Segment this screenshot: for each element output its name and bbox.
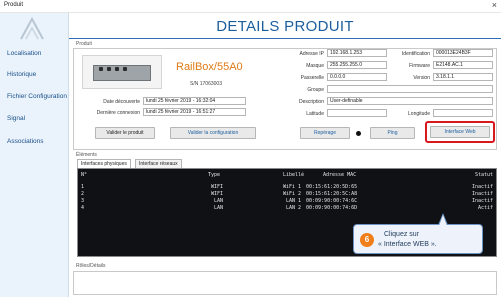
sidebar-item-signal[interactable]: Signal	[7, 115, 25, 122]
date-decouverte-field[interactable]: lundi 25 février 2019 - 16:32:04	[143, 97, 246, 105]
cell-type: LAN	[214, 198, 224, 204]
callout-text-line2: « Interface WEB ».	[378, 241, 437, 248]
ping-button[interactable]: Ping	[370, 127, 415, 139]
cell-statut: Inactif	[472, 191, 494, 197]
cell-type: WIFI	[211, 184, 224, 190]
table-row[interactable]: 2 WIFI WiFi 2 00:15:61:20:5C:A8 Inactif	[78, 191, 496, 198]
cell-statut: Inactif	[472, 184, 494, 190]
device-port-icon	[123, 67, 127, 71]
tab-interfaces-physiques[interactable]: Interfaces physiques	[77, 159, 131, 168]
identification-label: Identification	[401, 51, 430, 57]
table-header-row: N° Type Libellé Adresse MAC Statut	[78, 172, 496, 179]
date-decouverte-label: Date découverte	[103, 99, 140, 105]
version-field[interactable]: 3.18.1.1	[433, 73, 493, 81]
sidebar-item-localisation[interactable]: Localisation	[7, 50, 41, 57]
cell-libelle: WiFi 1	[283, 184, 302, 190]
gateway-field[interactable]: 0.0.0.0	[327, 73, 387, 81]
sidebar-item-fichier-configuration[interactable]: Fichier Configuration	[7, 93, 67, 100]
close-icon[interactable]: ×	[492, 0, 497, 10]
page-title: DETAILS PRODUIT	[216, 18, 354, 35]
cell-numero: 2	[81, 191, 85, 197]
longitude-label: Longitude	[408, 111, 430, 117]
cell-adresse-mac: 00:09:90:00:74:6C	[306, 198, 358, 204]
roles-details-panel	[73, 271, 497, 295]
instruction-callout: 6 Cliquez sur « Interface WEB ».	[353, 213, 483, 254]
table-row[interactable]: 3 LAN LAN 1 00:09:90:00:74:6C Inactif	[78, 198, 496, 205]
cell-libelle: LAN 1	[286, 198, 302, 204]
table-row[interactable]: 1 WIFI WiFi 1 00:15:61:20:5D:65 Inactif	[78, 184, 496, 191]
ip-field[interactable]: 192.168.1.253	[327, 49, 387, 57]
interface-web-highlight	[425, 121, 495, 143]
valider-configuration-button[interactable]: Valider la configuration	[170, 127, 256, 139]
cell-adresse-mac: 00:15:61:20:5D:65	[306, 184, 358, 190]
cell-libelle: WiFi 2	[283, 191, 302, 197]
window-title: Produit	[4, 2, 24, 8]
group-label: Groupe	[307, 87, 324, 93]
cell-libelle: LAN 2	[286, 205, 302, 211]
cell-numero: 4	[81, 205, 85, 211]
cell-adresse-mac: 00:09:90:00:74:6D	[306, 205, 358, 211]
firmware-field[interactable]: E2148.AC.1	[433, 61, 493, 69]
product-image	[82, 55, 162, 89]
cell-statut: Actif	[478, 205, 494, 211]
description-field[interactable]: User-definable	[327, 97, 493, 105]
mask-label: Masque	[306, 63, 324, 69]
sidebar: Localisation Historique Fichier Configur…	[0, 13, 69, 297]
cell-numero: 1	[81, 184, 85, 190]
product-serial: S/N 17063003	[190, 81, 222, 87]
cell-type: WIFI	[211, 191, 224, 197]
cell-type: LAN	[214, 205, 224, 211]
product-name: RailBox/55A0	[176, 61, 243, 73]
derniere-connexion-field[interactable]: lundi 25 février 2019 - 16:51:27	[143, 108, 246, 116]
device-port-icon	[107, 67, 111, 71]
cell-adresse-mac: 00:15:61:20:5C:A8	[306, 191, 358, 197]
logo-icon	[20, 17, 44, 40]
group-field[interactable]	[327, 85, 493, 93]
device-port-icon	[115, 67, 119, 71]
elements-section-label: Éléments	[76, 152, 97, 158]
valider-produit-button[interactable]: Valider le produit	[95, 127, 155, 139]
longitude-field[interactable]	[433, 109, 493, 117]
identification-field[interactable]: 000013E24B3F	[433, 49, 493, 57]
reperage-button[interactable]: Repérage	[300, 127, 350, 139]
header-divider	[69, 38, 501, 39]
status-indicator-icon	[356, 131, 361, 136]
derniere-connexion-label: Dernière connexion	[96, 110, 140, 116]
latitude-field[interactable]	[327, 109, 387, 117]
produit-section-label: Produit	[76, 41, 92, 47]
callout-pointer-fill	[439, 215, 447, 226]
device-port-icon	[99, 67, 103, 71]
roles-section-label: Rôles/Détails	[76, 263, 106, 269]
callout-text-line1: Cliquez sur	[384, 231, 420, 238]
cell-statut: Inactif	[472, 198, 494, 204]
column-header-numero: N°	[81, 172, 88, 178]
window-titlebar: Produit ×	[0, 0, 501, 13]
ip-label: Adresse IP	[299, 51, 324, 57]
gateway-label: Passerelle	[300, 75, 324, 81]
firmware-label: Firmware	[409, 63, 430, 69]
sidebar-item-historique[interactable]: Historique	[7, 71, 36, 78]
tab-interface-reseaux[interactable]: Interface réseaux	[135, 159, 182, 168]
description-label: Description	[298, 99, 324, 105]
table-row[interactable]: 4 LAN LAN 2 00:09:90:00:74:6D Actif	[78, 205, 496, 212]
step-number-badge: 6	[360, 233, 374, 247]
column-header-statut: Statut	[475, 172, 494, 178]
column-header-type: Type	[208, 172, 221, 178]
version-label: Version	[413, 75, 430, 81]
latitude-label: Latitude	[306, 111, 324, 117]
column-header-adresse-mac: Adresse MAC	[323, 172, 357, 178]
sidebar-item-associations[interactable]: Associations	[7, 138, 44, 145]
cell-numero: 3	[81, 198, 85, 204]
mask-field[interactable]: 255.255.255.0	[327, 61, 387, 69]
column-header-libelle: Libellé	[283, 172, 305, 178]
